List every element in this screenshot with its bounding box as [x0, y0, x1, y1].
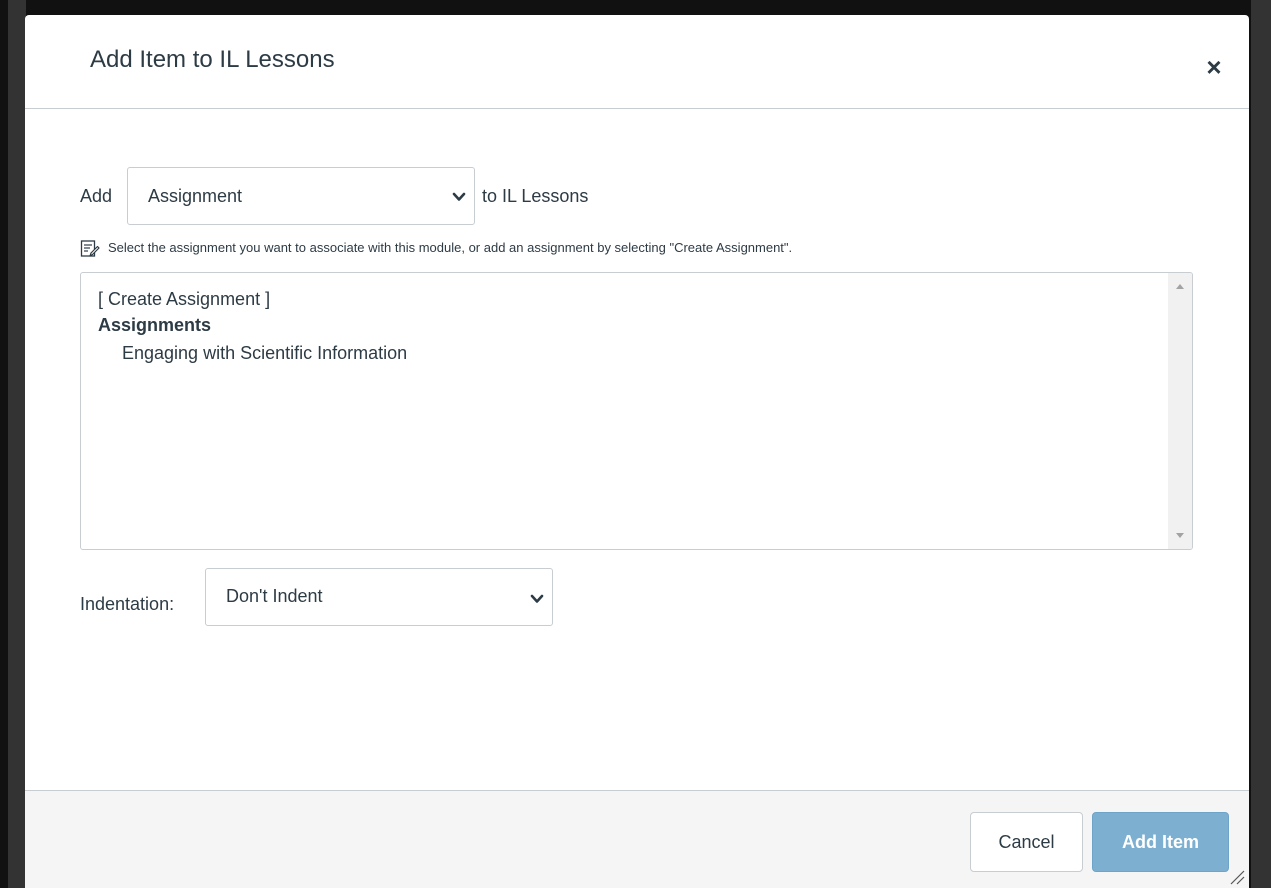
assignment-option[interactable]: Engaging with Scientific Information [122, 343, 407, 364]
scroll-up-arrow-icon[interactable] [1176, 284, 1184, 289]
dialog-footer: Cancel Add Item [25, 790, 1249, 888]
create-assignment-option[interactable]: [ Create Assignment ] [98, 289, 270, 310]
dialog-header: Add Item to IL Lessons × [25, 15, 1249, 109]
add-item-dialog: Add Item to IL Lessons × Add Assignment … [25, 15, 1249, 888]
background-page-right [1251, 0, 1271, 888]
indentation-label: Indentation: [80, 594, 175, 614]
indentation-value: Don't Indent [226, 586, 323, 606]
add-item-type-row: Add Assignment to IL Lessons [80, 167, 980, 227]
dialog-title: Add Item to IL Lessons [90, 46, 335, 73]
listbox-scrollbar[interactable] [1168, 273, 1192, 549]
add-label: Add [80, 186, 113, 206]
close-button[interactable]: × [1200, 53, 1228, 81]
item-type-value: Assignment [148, 186, 243, 206]
item-type-select[interactable]: Assignment [127, 167, 475, 225]
scroll-down-arrow-icon[interactable] [1176, 533, 1184, 538]
target-module-label: to IL Lessons [482, 186, 589, 206]
hint-text: Select the assignment you want to associ… [108, 240, 793, 255]
assignment-listbox[interactable]: [ Create Assignment ] Assignments Engagi… [80, 272, 1193, 550]
close-icon: × [1206, 52, 1222, 82]
chevron-down-icon [530, 594, 544, 603]
notepad-pencil-icon [80, 240, 100, 257]
add-item-button[interactable]: Add Item [1092, 812, 1229, 872]
selection-hint: Select the assignment you want to associ… [80, 237, 1180, 261]
indentation-select[interactable]: Don't Indent [205, 568, 553, 626]
background-page-left [8, 0, 26, 888]
cancel-button[interactable]: Cancel [970, 812, 1083, 872]
chevron-down-icon [452, 192, 466, 201]
indentation-row: Indentation: Don't Indent [80, 568, 580, 628]
resize-grip-icon[interactable] [1225, 865, 1245, 885]
assignments-group-label: Assignments [98, 315, 212, 335]
